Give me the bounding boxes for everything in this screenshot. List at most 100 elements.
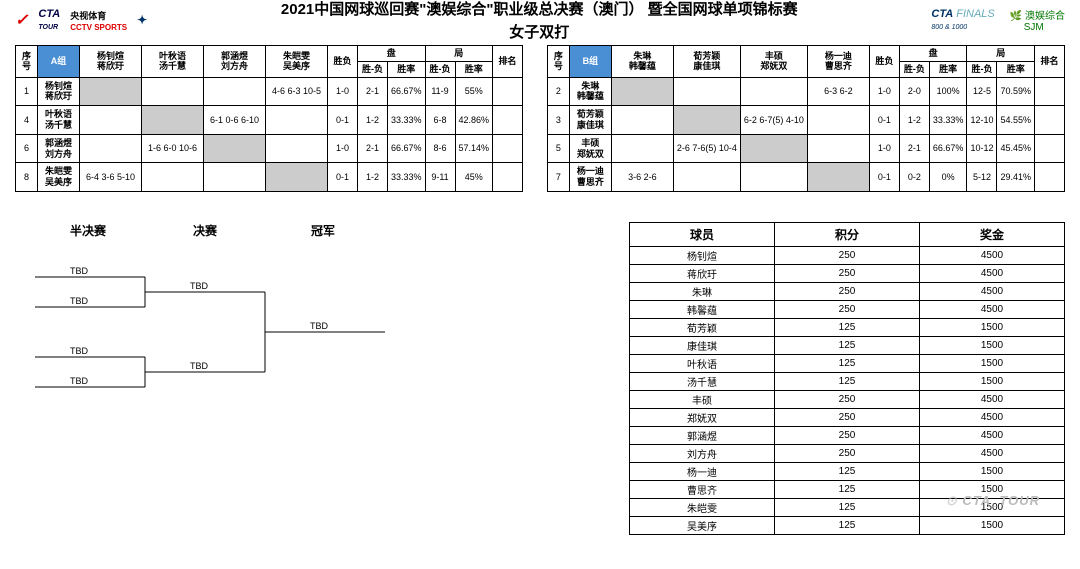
points-cell: 125 — [775, 372, 920, 390]
team-cell: 杨钊煊蒋欣玗 — [38, 77, 80, 106]
stat-cell: 12-5 — [967, 77, 997, 106]
score-cell — [673, 106, 740, 135]
bracket-slot: TBD — [70, 346, 89, 356]
player-cell: 韩馨蕴 — [630, 300, 775, 318]
stat-cell: 66.67% — [388, 134, 426, 163]
stat-cell: 42.86% — [455, 106, 493, 135]
logo-cctv: 央视体育CCTV SPORTS — [70, 9, 127, 32]
table-row: 汤千慧1251500 — [630, 372, 1065, 390]
bracket-slot: TBD — [70, 266, 89, 276]
player-header: 球员 — [630, 222, 775, 246]
prize-cell: 4500 — [920, 246, 1065, 264]
stat-cell: 6-8 — [425, 106, 455, 135]
seq-cell: 2 — [547, 77, 569, 106]
score-cell — [80, 134, 142, 163]
set-header: 盘 — [358, 46, 426, 62]
rank-header: 排名 — [493, 46, 523, 78]
score-cell — [142, 106, 204, 135]
player-cell: 朱皑雯 — [630, 498, 775, 516]
logo-sponsor-icon: ✦ — [137, 13, 147, 27]
rank-cell — [493, 134, 523, 163]
score-cell — [204, 134, 266, 163]
score-cell: 6-1 0-6 6-10 — [204, 106, 266, 135]
seq-cell: 4 — [16, 106, 38, 135]
team-cell: 杨一迪曹思齐 — [569, 163, 611, 192]
stat-cell: 10-12 — [967, 134, 997, 163]
score-cell — [611, 106, 673, 135]
points-cell: 250 — [775, 426, 920, 444]
points-cell: 125 — [775, 480, 920, 498]
logos-right: CTA FINALS 800 & 1000 🌿 澳娱综合SJM — [931, 7, 1065, 33]
score-cell — [80, 77, 142, 106]
stat-cell: 1-2 — [899, 106, 929, 135]
team-header: 叶秋语汤千慧 — [142, 46, 204, 78]
prize-cell: 4500 — [920, 282, 1065, 300]
stat-cell: 45% — [455, 163, 493, 192]
score-cell: 3-6 2-6 — [611, 163, 673, 192]
rank-cell — [493, 106, 523, 135]
score-cell — [740, 77, 807, 106]
bracket-slot: TBD — [190, 361, 209, 371]
stat-cell: 0-2 — [899, 163, 929, 192]
score-cell: 6-3 6-2 — [807, 77, 869, 106]
stat-cell: 57.14% — [455, 134, 493, 163]
player-cell: 郭涵煜 — [630, 426, 775, 444]
prize-cell: 1500 — [920, 336, 1065, 354]
points-section: 球员积分奖金杨钊煊2504500蒋欣玗2504500朱琳2504500韩馨蕴25… — [485, 222, 1065, 535]
sub-header: 胜-负 — [425, 61, 455, 77]
seq-header: 序号 — [16, 46, 38, 78]
table-row: 韩馨蕴2504500 — [630, 300, 1065, 318]
score-cell — [740, 134, 807, 163]
table-row: 7杨一迪曹思齐3-6 2-60-10-20%5-1229.41% — [547, 163, 1064, 192]
seq-cell: 3 — [547, 106, 569, 135]
seq-cell: 6 — [16, 134, 38, 163]
prize-cell: 4500 — [920, 426, 1065, 444]
stat-cell: 1-0 — [869, 77, 899, 106]
rank-cell — [1035, 77, 1065, 106]
score-cell — [673, 163, 740, 192]
player-cell: 郑妩双 — [630, 408, 775, 426]
prize-cell: 1500 — [920, 318, 1065, 336]
score-cell — [266, 106, 328, 135]
team-cell: 郭涵煜刘方舟 — [38, 134, 80, 163]
points-cell: 250 — [775, 246, 920, 264]
stat-cell: 54.55% — [997, 106, 1035, 135]
stat-cell: 2-1 — [899, 134, 929, 163]
team-header: 朱皑雯吴美序 — [266, 46, 328, 78]
prize-cell: 1500 — [920, 372, 1065, 390]
prize-header: 奖金 — [920, 222, 1065, 246]
stat-cell: 1-0 — [328, 77, 358, 106]
team-header: 郭涵煜刘方舟 — [204, 46, 266, 78]
prize-cell: 1500 — [920, 516, 1065, 534]
label-final: 决赛 — [193, 222, 217, 239]
watermark: ⊙ CTA_TOUR — [946, 493, 1040, 509]
sub-header: 胜-负 — [899, 61, 929, 77]
points-cell: 250 — [775, 390, 920, 408]
rank-cell — [1035, 163, 1065, 192]
rank-header: 排名 — [1035, 46, 1065, 78]
player-cell: 杨钊煊 — [630, 246, 775, 264]
bracket-slot: TBD — [70, 296, 89, 306]
prize-cell: 4500 — [920, 300, 1065, 318]
score-cell — [611, 77, 673, 106]
prize-cell: 1500 — [920, 462, 1065, 480]
rank-cell — [1035, 134, 1065, 163]
score-cell — [266, 134, 328, 163]
table-row: 郑妩双2504500 — [630, 408, 1065, 426]
group-a-table: 序号A组杨钊煊蒋欣玗叶秋语汤千慧郭涵煜刘方舟朱皑雯吴美序胜负盘局排名胜-负胜率胜… — [15, 45, 523, 192]
stat-cell: 2-1 — [358, 77, 388, 106]
score-cell — [807, 106, 869, 135]
stat-cell: 100% — [929, 77, 967, 106]
team-header: 荀芳颖康佳琪 — [673, 46, 740, 78]
table-row: 康佳琪1251500 — [630, 336, 1065, 354]
sub-header: 胜率 — [997, 61, 1035, 77]
player-cell: 丰硕 — [630, 390, 775, 408]
lower-section: 半决赛 决赛 冠军 TBD TBD TBD TBD TBD TBD TBD 球员… — [0, 222, 1080, 535]
table-row: 1杨钊煊蒋欣玗4-6 6-3 10-51-02-166.67%11-955% — [16, 77, 523, 106]
groups-container: 序号A组杨钊煊蒋欣玗叶秋语汤千慧郭涵煜刘方舟朱皑雯吴美序胜负盘局排名胜-负胜率胜… — [0, 45, 1080, 192]
team-header: 杨钊煊蒋欣玗 — [80, 46, 142, 78]
stat-cell: 1-2 — [358, 106, 388, 135]
player-cell: 朱琳 — [630, 282, 775, 300]
stat-cell: 0-1 — [869, 106, 899, 135]
stat-cell: 33.33% — [388, 106, 426, 135]
